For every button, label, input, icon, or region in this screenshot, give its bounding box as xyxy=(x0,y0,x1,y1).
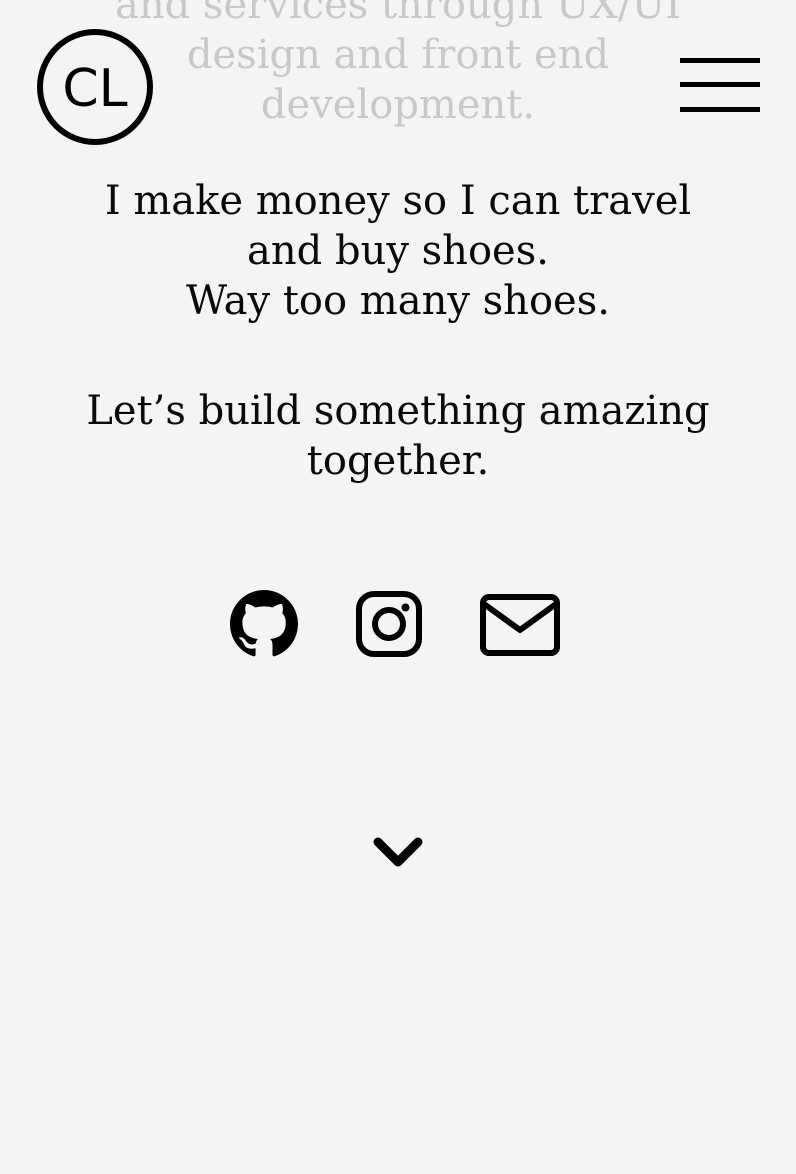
email-icon xyxy=(480,594,560,656)
chevron-down-icon xyxy=(373,837,423,867)
tagline-line: I make money so I can travel xyxy=(104,178,692,224)
github-icon xyxy=(230,590,298,657)
instagram-link[interactable] xyxy=(355,590,423,658)
menu-bar xyxy=(680,82,760,87)
email-link[interactable] xyxy=(480,594,560,656)
menu-bar xyxy=(680,58,760,63)
cta-line: together. xyxy=(306,438,490,484)
intro-line: and services through UX/UI xyxy=(114,0,681,28)
tagline-line: Way too many shoes. xyxy=(186,278,610,324)
logo-link[interactable]: CL xyxy=(36,28,154,146)
menu-button[interactable] xyxy=(680,58,760,112)
menu-bar xyxy=(680,107,760,112)
logo-text: CL xyxy=(62,59,127,119)
social-links xyxy=(0,588,796,658)
tagline-line: and buy shoes. xyxy=(247,228,549,274)
logo-icon: CL xyxy=(37,29,153,145)
scroll-down-button[interactable] xyxy=(372,832,424,872)
instagram-icon xyxy=(356,591,422,657)
github-link[interactable] xyxy=(230,590,298,658)
cta-text: Let’s build something amazing together. xyxy=(0,386,796,486)
tagline-text: I make money so I can travel and buy sho… xyxy=(0,176,796,326)
cta-line: Let’s build something amazing xyxy=(86,388,710,434)
